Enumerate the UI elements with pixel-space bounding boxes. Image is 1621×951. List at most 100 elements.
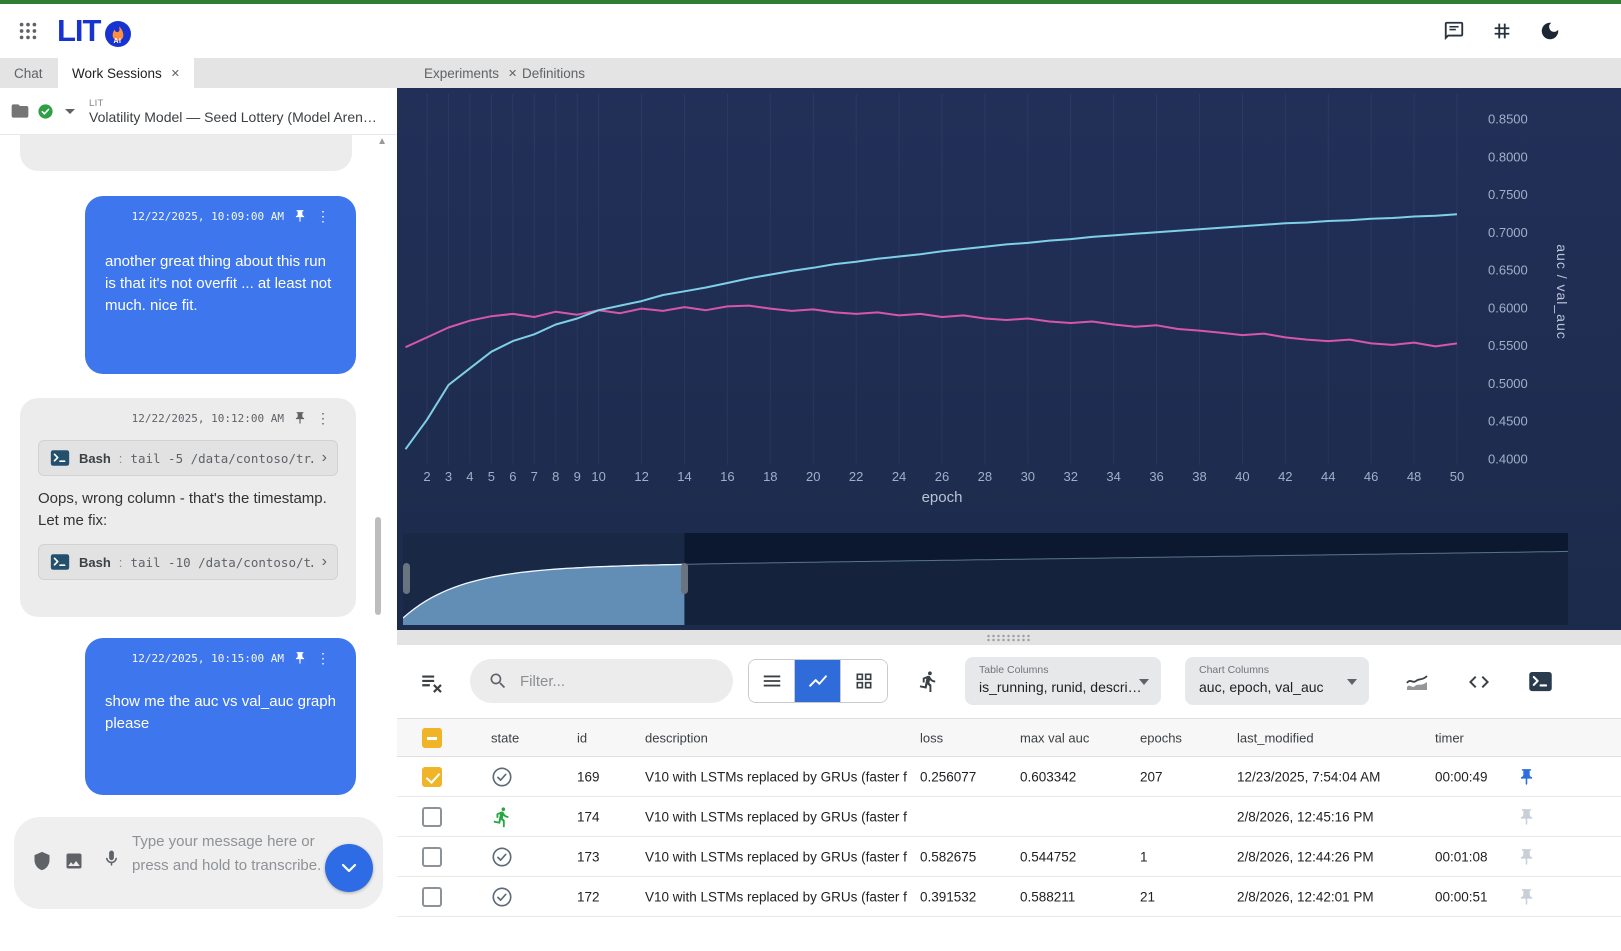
- pin-icon[interactable]: [1517, 887, 1536, 906]
- x-tick-label: 20: [806, 469, 820, 484]
- image-icon[interactable]: [64, 851, 84, 871]
- col-header-epochs[interactable]: epochs: [1140, 730, 1182, 745]
- session-title: Volatility Model — Seed Lottery (Model A…: [89, 109, 377, 125]
- chart-view-button[interactable]: [795, 660, 841, 702]
- run-epochs: 1: [1140, 849, 1148, 864]
- apps-grid-icon[interactable]: [17, 20, 39, 42]
- x-tick-label: 34: [1106, 469, 1120, 484]
- grid-view-button[interactable]: [841, 660, 887, 702]
- chart-columns-select[interactable]: Chart Columns auc, epoch, val_auc: [1185, 657, 1369, 705]
- message-input[interactable]: Type your message here or press and hold…: [14, 817, 383, 909]
- chat-icon[interactable]: [1443, 20, 1465, 42]
- message-menu-icon[interactable]: ⋮: [316, 412, 330, 424]
- pin-icon[interactable]: [1517, 807, 1536, 826]
- col-header-description[interactable]: description: [645, 730, 708, 745]
- select-label: Chart Columns: [1199, 664, 1269, 676]
- pin-icon[interactable]: [293, 209, 307, 223]
- table-row[interactable]: 174V10 with LSTMs replaced by GRUs (fast…: [397, 797, 1621, 837]
- chart-range-brush[interactable]: [403, 533, 1568, 625]
- select-label: Table Columns: [979, 664, 1048, 676]
- row-checkbox[interactable]: [422, 767, 442, 787]
- pane-splitter[interactable]: [397, 630, 1621, 645]
- chevron-down-icon[interactable]: [65, 109, 75, 114]
- col-header-last-modified[interactable]: last_modified: [1237, 730, 1314, 745]
- run-epochs: 207: [1140, 769, 1163, 784]
- x-tick-label: 28: [978, 469, 992, 484]
- chat-message-list[interactable]: ▲ 12/22/2025, 10:09:00 AM ⋮ another grea…: [0, 135, 397, 815]
- filter-input[interactable]: Filter...: [470, 659, 733, 703]
- clear-filters-icon[interactable]: [419, 669, 445, 695]
- select-all-checkbox[interactable]: [422, 728, 442, 748]
- message-menu-icon[interactable]: ⋮: [316, 652, 330, 664]
- row-checkbox[interactable]: [422, 847, 442, 867]
- show-running-icon[interactable]: [917, 670, 940, 693]
- pin-icon[interactable]: [1517, 847, 1536, 866]
- brush-handle-left[interactable]: [403, 563, 410, 594]
- terminal-button[interactable]: [1527, 668, 1554, 695]
- x-tick-label: 16: [720, 469, 734, 484]
- chevron-down-icon: [1139, 679, 1149, 685]
- close-icon[interactable]: ✕: [171, 67, 180, 80]
- scroll-to-bottom-button[interactable]: [325, 844, 373, 892]
- chat-scrollbar-thumb[interactable]: [375, 517, 381, 615]
- table-row[interactable]: 172V10 with LSTMs replaced by GRUs (fast…: [397, 877, 1621, 917]
- pin-icon[interactable]: [1517, 767, 1536, 786]
- list-view-button[interactable]: [749, 660, 795, 702]
- command-text: tail -5 /data/contoso/tr…: [130, 451, 313, 466]
- table-columns-select[interactable]: Table Columns is_running, runid, descri…: [965, 657, 1161, 705]
- table-row[interactable]: 173V10 with LSTMs replaced by GRUs (fast…: [397, 837, 1621, 877]
- status-check-icon: [37, 103, 54, 120]
- session-app-name: LIT: [89, 98, 377, 109]
- x-tick-label: 6: [509, 469, 516, 484]
- col-header-max-val-auc[interactable]: max val auc: [1020, 730, 1089, 745]
- table-header: state id description loss max val auc ep…: [397, 718, 1621, 757]
- tab-label: Definitions: [522, 66, 585, 81]
- y-axis-label: auc / val_auc: [1554, 244, 1570, 340]
- y-tick-label: 0.8000: [1488, 149, 1528, 164]
- table-toolbar: Filter... Table Columns is_running, runi…: [397, 645, 1621, 718]
- running-state-icon: [491, 806, 513, 828]
- tag-grid-icon[interactable]: [1491, 20, 1513, 42]
- bash-command-chip[interactable]: Bash : tail -5 /data/contoso/tr… ›: [38, 440, 338, 476]
- table-row[interactable]: 169V10 with LSTMs replaced by GRUs (fast…: [397, 757, 1621, 797]
- x-tick-label: 10: [591, 469, 605, 484]
- chevron-right-icon[interactable]: ›: [322, 553, 327, 571]
- col-header-state[interactable]: state: [491, 730, 519, 745]
- tab-definitions[interactable]: Definitions: [508, 58, 599, 88]
- run-loss: 0.256077: [920, 769, 976, 784]
- splitter-grip-icon[interactable]: [986, 634, 1032, 642]
- code-icon[interactable]: [1467, 670, 1491, 694]
- chevron-right-icon[interactable]: ›: [322, 449, 327, 467]
- x-tick-label: 24: [892, 469, 906, 484]
- pin-icon[interactable]: [293, 651, 307, 665]
- done-state-icon: [491, 846, 513, 868]
- row-checkbox[interactable]: [422, 887, 442, 907]
- x-tick-label: 3: [445, 469, 452, 484]
- input-placeholder: Type your message here or press and hold…: [132, 830, 328, 878]
- run-last-modified: 2/8/2026, 12:42:01 PM: [1237, 889, 1374, 904]
- x-tick-label: 7: [531, 469, 538, 484]
- x-tick-label: 40: [1235, 469, 1249, 484]
- col-header-timer[interactable]: timer: [1435, 730, 1464, 745]
- pin-icon[interactable]: [293, 411, 307, 425]
- dark-mode-moon-icon[interactable]: [1539, 20, 1561, 42]
- y-tick-label: 0.7000: [1488, 225, 1528, 240]
- shield-icon[interactable]: [32, 851, 52, 871]
- tab-chat[interactable]: Chat: [0, 58, 57, 88]
- scroll-up-icon[interactable]: ▲: [377, 136, 387, 147]
- run-loss: 0.391532: [920, 889, 976, 904]
- row-checkbox[interactable]: [422, 807, 442, 827]
- area-chart-icon[interactable]: [1405, 670, 1429, 694]
- chart-pane: 2345678910121416182022242628303234363840…: [397, 88, 1621, 630]
- row-state-icon: [491, 806, 513, 828]
- brush-handle-right[interactable]: [681, 563, 688, 594]
- y-tick-label: 0.7500: [1488, 187, 1528, 202]
- message-menu-icon[interactable]: ⋮: [316, 210, 330, 222]
- run-max-val-auc: 0.544752: [1020, 849, 1076, 864]
- mic-icon[interactable]: [102, 849, 121, 868]
- folder-icon[interactable]: [10, 101, 30, 121]
- bash-command-chip[interactable]: Bash : tail -10 /data/contoso/t… ›: [38, 544, 338, 580]
- col-header-id[interactable]: id: [577, 730, 587, 745]
- col-header-loss[interactable]: loss: [920, 730, 943, 745]
- tab-work-sessions[interactable]: Work Sessions ✕: [58, 58, 194, 88]
